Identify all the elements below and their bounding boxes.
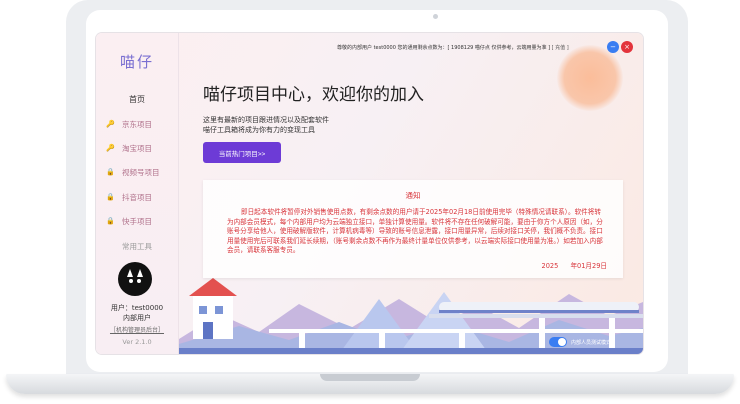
minus-icon: − (610, 43, 616, 51)
main-content: 尊敬的内部用户 test0000 您的通用剩余点数为：[ 1908129 喵仔点… (179, 33, 643, 354)
description-line-2: 喵仔工具箱将成为你有力的变现工具 (203, 126, 315, 134)
sidebar-item-label: 淘宝项目 (122, 143, 152, 153)
user-name: 用户：test0000 (110, 304, 164, 312)
key-icon: 🔑 (106, 144, 115, 152)
cat-ear-right (137, 269, 143, 277)
app-window: 喵仔 首页 🔑 京东项目 🔑 淘宝项目 🔒 视频号项目 🔒 抖音项目 🔒 快手项… (96, 33, 643, 354)
notice-title: 通知 (405, 191, 421, 200)
close-button[interactable]: × (621, 41, 633, 53)
notice-body: 即日起本软件将暂停对外销售使用点数，有剩余点数的用户请于2025年02月18日前… (227, 208, 603, 255)
notice-date-day: 年01月29日 (570, 262, 607, 270)
page-description: 这里有最新的项目跟进情况以及配套软件 喵仔工具箱将成为你有力的变现工具 (203, 115, 329, 135)
notice-date: 2025 年01月29日 (542, 260, 607, 270)
camera-dot (433, 14, 438, 19)
sidebar-item-taobao[interactable]: 🔑 淘宝项目 (106, 142, 176, 154)
sidebar-item-label: 抖音项目 (122, 192, 152, 202)
close-icon: × (624, 43, 630, 51)
sidebar-item-channels[interactable]: 🔒 视频号项目 (106, 166, 176, 178)
account-info-bar: 尊敬的内部用户 test0000 您的通用剩余点数为：[ 1908129 喵仔点… (337, 44, 569, 51)
sidebar-item-label: 视频号项目 (122, 167, 160, 177)
notice-date-year: 2025 (541, 262, 559, 270)
sidebar-item-kuaishou[interactable]: 🔒 快手项目 (106, 215, 176, 227)
test-mode-label: 内部人员测试模式 (571, 340, 612, 346)
sun-decoration (557, 45, 623, 111)
hot-projects-button[interactable]: 当前热门项目>> (203, 142, 281, 163)
sidebar-item-douyin[interactable]: 🔒 抖音项目 (106, 191, 176, 203)
test-mode-toggle[interactable] (549, 337, 567, 347)
cat-eye-right (137, 279, 141, 283)
sidebar-item-label: 快手项目 (122, 216, 152, 226)
version-label: Ver 2.1.0 (122, 338, 152, 346)
page-title: 喵仔项目中心，欢迎你的加入 (203, 85, 424, 105)
laptop-notch (320, 374, 420, 381)
sidebar-item-jd[interactable]: 🔑 京东项目 (106, 118, 176, 130)
recharge-link[interactable]: [ 充值 ] (552, 45, 569, 51)
user-role: 内部用户 (123, 314, 151, 322)
app-logo: 喵仔 (119, 53, 154, 71)
notice-panel: 通知 即日起本软件将暂停对外销售使用点数，有剩余点数的用户请于2025年02月1… (203, 180, 623, 278)
admin-backend-link[interactable]: ［机构管理员后台］ (96, 325, 178, 334)
account-info-text: 尊敬的内部用户 test0000 您的通用剩余点数为：[ 1908129 喵仔点… (337, 45, 551, 51)
description-line-1: 这里有最新的项目跟进情况以及配套软件 (203, 116, 329, 124)
sidebar-item-home[interactable]: 首页 (96, 94, 178, 105)
sidebar-item-label: 京东项目 (122, 119, 152, 129)
lock-icon: 🔒 (106, 217, 115, 225)
avatar (118, 262, 152, 296)
key-icon: 🔑 (106, 120, 115, 128)
cat-ear-left (127, 269, 133, 277)
sidebar-item-tools[interactable]: 常用工具 (96, 241, 178, 252)
sidebar: 喵仔 首页 🔑 京东项目 🔑 淘宝项目 🔒 视频号项目 🔒 抖音项目 🔒 快手项… (96, 33, 179, 354)
cat-eye-left (129, 279, 133, 283)
lock-icon: 🔒 (106, 168, 115, 176)
lock-icon: 🔒 (106, 193, 115, 201)
minimize-button[interactable]: − (607, 41, 619, 53)
